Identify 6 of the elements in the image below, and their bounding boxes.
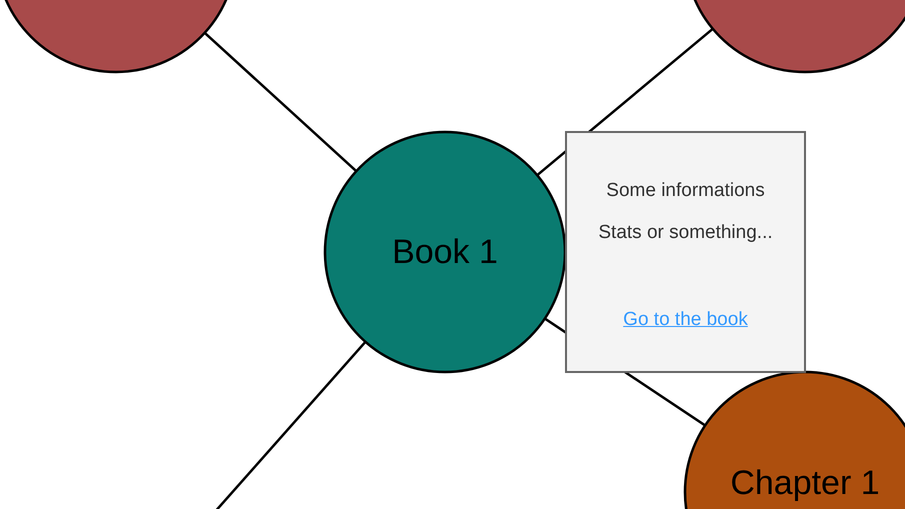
popup-text: Stats or something... — [598, 222, 773, 244]
node-label: Chapter 1 — [730, 464, 880, 502]
book-link[interactable]: Go to the book — [623, 309, 748, 331]
node-label: Book 1 — [392, 233, 498, 271]
popup-text: Some informations — [606, 180, 765, 202]
node-circle[interactable] — [324, 130, 566, 374]
